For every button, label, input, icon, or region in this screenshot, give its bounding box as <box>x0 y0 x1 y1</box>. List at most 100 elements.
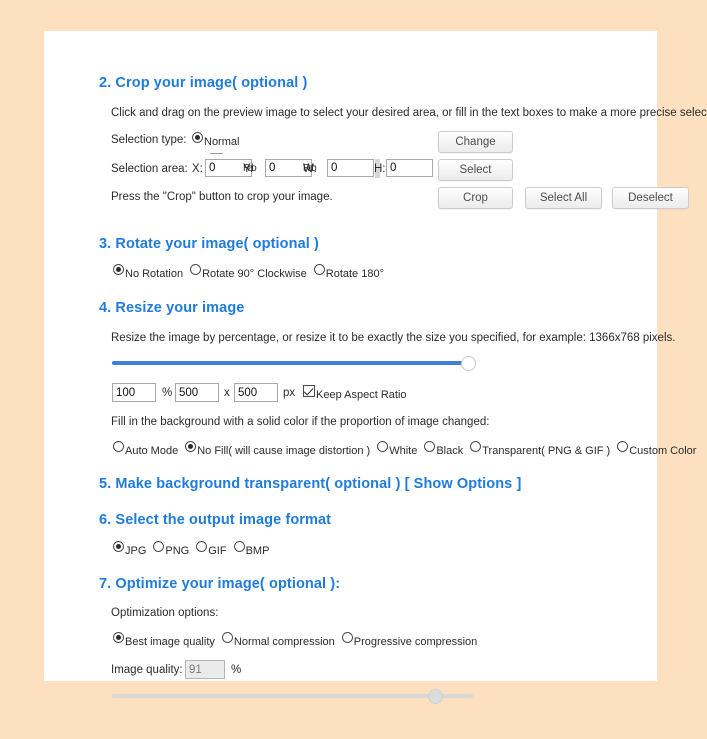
crop-w-input[interactable] <box>327 159 374 177</box>
radio-dot-progressive-compression-icon[interactable] <box>341 632 353 643</box>
crop-description: Click and drag on the preview image to s… <box>111 107 707 119</box>
optimization-options-label: Optimization options: <box>111 607 219 619</box>
radio-auto-mode[interactable]: Auto Mode <box>113 441 178 457</box>
radio-rotate-90-clockwise[interactable]: Rotate 90° Clockwise <box>190 264 307 280</box>
checkbox-checked-icon[interactable] <box>303 385 315 397</box>
radio-label-progressive-compression: Progressive compression <box>353 636 478 648</box>
radio-dot-auto-mode-icon[interactable] <box>113 441 124 452</box>
radio-label-no-rotation: No Rotation <box>125 268 184 280</box>
radio-format-png[interactable]: PNG <box>153 541 189 557</box>
radio-format-bmp[interactable]: BMP <box>233 541 270 557</box>
transparent-section-heading[interactable]: 5. Make background transparent( optional… <box>99 476 521 492</box>
radio-dot-no-fill-icon[interactable] <box>185 441 197 452</box>
radio-label-png: PNG <box>165 545 190 557</box>
resize-percent-input[interactable] <box>112 383 156 402</box>
image-quality-unit-label: % <box>231 664 242 676</box>
radio-label-rotate-180: Rotate 180° <box>325 268 384 280</box>
radio-dot-no-rotation-icon[interactable] <box>113 264 124 275</box>
radio-label-bmp: BMP <box>245 545 270 557</box>
field-label-y-ratio-artifact: Ratio <box>243 163 257 174</box>
output-format-radio-group[interactable]: JPG PNG GIF BMP <box>113 541 276 557</box>
radio-dot-bmp-icon[interactable] <box>233 541 245 552</box>
optimization-radio-group[interactable]: Best image quality Normal compression Pr… <box>113 632 484 648</box>
crop-h-input[interactable] <box>386 159 433 177</box>
crop-button[interactable]: Crop <box>438 187 513 209</box>
resize-percent-slider[interactable] <box>112 353 476 373</box>
keep-aspect-ratio-checkbox[interactable]: Keep Aspect Ratio <box>303 385 407 401</box>
selection-area-tick-mark <box>210 153 223 154</box>
radio-dot-normal-compression-icon[interactable] <box>221 632 233 643</box>
radio-label-transparent: Transparent( PNG & GIF ) <box>482 445 611 457</box>
radio-dot-black-icon[interactable] <box>424 441 436 452</box>
resize-slider-fill <box>112 361 468 365</box>
radio-transparent[interactable]: Transparent( PNG & GIF ) <box>470 441 610 457</box>
percent-unit-label: % <box>162 387 173 399</box>
radio-dot-normal-icon[interactable] <box>192 132 203 143</box>
radio-dot-png-icon[interactable] <box>153 541 165 552</box>
radio-progressive-compression[interactable]: Progressive compression <box>341 632 478 648</box>
radio-dot-gif-icon[interactable] <box>196 541 208 552</box>
radio-no-rotation[interactable]: No Rotation <box>113 264 183 280</box>
resize-times-symbol: x <box>224 387 230 399</box>
change-button[interactable]: Change <box>438 131 513 153</box>
radio-dot-transparent-icon[interactable] <box>470 441 482 452</box>
radio-label-gif: GIF <box>208 545 227 557</box>
quality-slider-handle[interactable] <box>428 689 443 704</box>
radio-dot-best-quality-icon[interactable] <box>113 632 124 643</box>
px-unit-label: px <box>283 387 296 399</box>
radio-label-auto-mode: Auto Mode <box>125 445 179 457</box>
field-label-w-overlap: W: Ratio <box>303 163 329 177</box>
radio-label-black: Black <box>436 445 464 457</box>
radio-dot-custom-color-icon[interactable] <box>617 441 629 452</box>
radio-no-fill[interactable]: No Fill( will cause image distortion ) <box>185 441 370 457</box>
radio-label-normal-compression: Normal compression <box>233 636 335 648</box>
keep-aspect-ratio-label: Keep Aspect Ratio <box>316 389 407 401</box>
radio-white[interactable]: White <box>377 441 417 457</box>
radio-label-white: White <box>389 445 418 457</box>
background-fill-radio-group[interactable]: Auto Mode No Fill( will cause image dist… <box>113 441 703 457</box>
radio-format-gif[interactable]: GIF <box>196 541 227 557</box>
quality-slider-track[interactable] <box>112 694 473 698</box>
radio-black[interactable]: Black <box>424 441 463 457</box>
crop-press-note: Press the "Crop" button to crop your ima… <box>111 191 333 203</box>
rotate-radio-group[interactable]: No Rotation Rotate 90° Clockwise Rotate … <box>113 264 391 280</box>
radio-label-jpg: JPG <box>125 545 147 557</box>
image-quality-slider[interactable] <box>112 686 473 706</box>
deselect-button[interactable]: Deselect <box>612 187 689 209</box>
radio-custom-color[interactable]: Custom Color <box>617 441 696 457</box>
radio-label-normal: Normal <box>204 136 240 148</box>
radio-rotate-180[interactable]: Rotate 180° <box>313 264 384 280</box>
field-label-x: X: <box>192 163 203 175</box>
selection-type-label: Selection type: <box>111 134 187 146</box>
selection-area-label: Selection area: <box>111 163 188 175</box>
optimize-section-heading: 7. Optimize your image( optional ): <box>99 576 341 592</box>
radio-dot-rotate-180-icon[interactable] <box>313 264 325 275</box>
radio-normal-compression[interactable]: Normal compression <box>221 632 335 648</box>
field-label-w-ratio-artifact: Ratio <box>303 163 317 174</box>
image-quality-input[interactable] <box>185 660 225 679</box>
radio-label-custom-color: Custom Color <box>629 445 697 457</box>
radio-format-jpg[interactable]: JPG <box>113 541 146 557</box>
field-label-y-overlap: Y: Ratio <box>243 163 267 177</box>
selection-type-radio-group[interactable]: Normal <box>192 132 246 148</box>
radio-dot-rotate-90-icon[interactable] <box>190 264 202 275</box>
format-section-heading: 6. Select the output image format <box>99 512 332 528</box>
radio-best-image-quality[interactable]: Best image quality <box>113 632 215 648</box>
rotate-section-heading: 3. Rotate your image( optional ) <box>99 236 319 252</box>
select-button[interactable]: Select <box>438 159 513 181</box>
radio-label-best-quality: Best image quality <box>125 636 215 648</box>
select-all-button[interactable]: Select All <box>525 187 602 209</box>
resize-slider-handle[interactable] <box>461 356 476 371</box>
radio-selection-type-normal[interactable]: Normal <box>192 132 239 148</box>
field-label-h: H: <box>374 163 386 175</box>
resize-height-input[interactable] <box>234 383 278 402</box>
image-quality-label: Image quality: <box>111 664 183 676</box>
resize-width-input[interactable] <box>175 383 219 402</box>
image-tool-card: 2. Crop your image( optional ) Click and… <box>44 31 707 704</box>
crop-section-heading: 2. Crop your image( optional ) <box>99 75 308 91</box>
resize-description: Resize the image by percentage, or resiz… <box>111 332 676 344</box>
background-fill-note: Fill in the background with a solid colo… <box>111 416 490 428</box>
radio-label-rotate-90: Rotate 90° Clockwise <box>202 268 307 280</box>
radio-dot-white-icon[interactable] <box>377 441 389 452</box>
radio-dot-jpg-icon[interactable] <box>113 541 124 552</box>
